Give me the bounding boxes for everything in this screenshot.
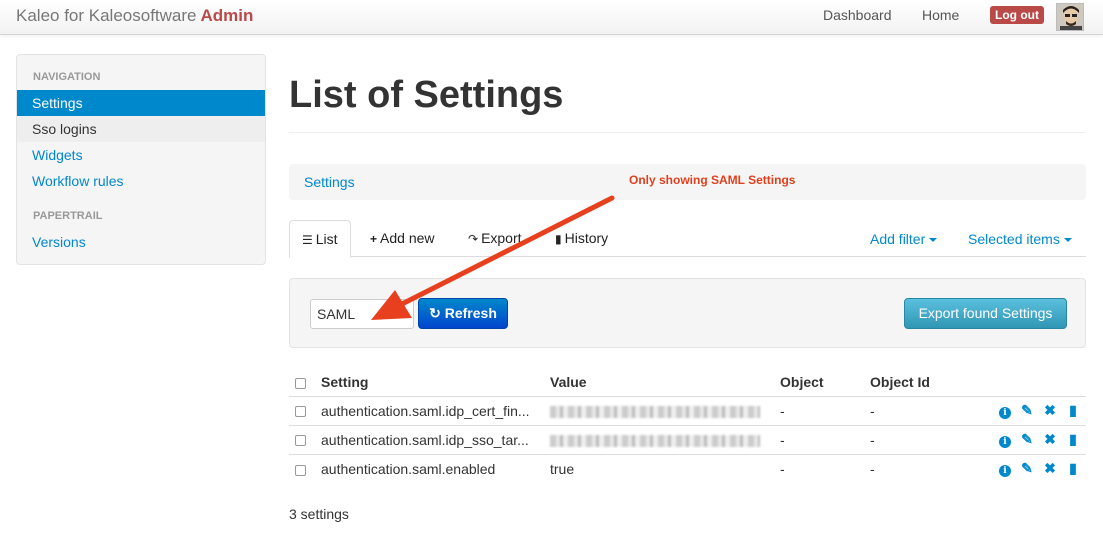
book-icon[interactable]: ▮: [1066, 431, 1080, 448]
row-actions: i ✎ ✖ ▮: [954, 395, 1086, 425]
title-divider: [289, 132, 1086, 133]
setting-cell[interactable]: authentication.saml.idp_sso_tar...: [315, 424, 544, 454]
tab-list-label: List: [315, 231, 338, 247]
select-all-cell: [289, 368, 315, 396]
tabs: ☰ List + Add new ↷ Export ▮ History Add filt…: [289, 220, 1086, 258]
top-navbar: Kaleo for Kaleosoftware Admin Dashboard H…: [0, 0, 1103, 35]
pencil-icon[interactable]: ✎: [1020, 460, 1034, 477]
refresh-button[interactable]: ↻ Refresh: [418, 298, 508, 329]
book-icon[interactable]: ▮: [1066, 402, 1080, 419]
tab-export-label: Export: [481, 230, 522, 246]
row-checkbox[interactable]: [295, 406, 306, 418]
tab-history[interactable]: ▮ History: [543, 220, 620, 257]
avatar[interactable]: [1056, 3, 1084, 31]
export-found-button[interactable]: Export found Settings: [904, 298, 1067, 329]
user-avatar-icon: [1057, 4, 1083, 30]
object-cell: -: [774, 453, 864, 483]
object-cell: -: [774, 424, 864, 454]
info-icon[interactable]: i: [999, 436, 1011, 448]
sidebar-header-navigation: NAVIGATION: [33, 71, 101, 83]
refresh-label: Refresh: [444, 305, 497, 321]
row-actions: i ✎ ✖ ▮: [954, 424, 1086, 454]
redacted-value: [550, 434, 760, 447]
column-object-id[interactable]: Object Id: [864, 368, 954, 396]
refresh-icon: ↻: [429, 305, 441, 321]
filter-well: ↻ Refresh Export found Settings: [289, 278, 1086, 348]
table-row: authentication.saml.enabled true - - i ✎ ✖…: [289, 453, 1086, 483]
pencil-icon[interactable]: ✎: [1020, 431, 1034, 448]
book-icon: ▮: [555, 232, 562, 246]
add-filter-dropdown[interactable]: Add filter: [870, 231, 938, 247]
column-object[interactable]: Object: [774, 368, 864, 396]
table-row: authentication.saml.idp_sso_tar... - - i…: [289, 424, 1086, 454]
redacted-value: [550, 405, 760, 418]
row-select-cell: [289, 424, 315, 454]
tab-add-new[interactable]: + Add new: [358, 220, 447, 257]
brand-admin[interactable]: Admin: [201, 6, 254, 25]
chevron-down-icon: [1063, 238, 1072, 243]
settings-table: Setting Value Object Object Id authentic…: [289, 368, 1086, 483]
remove-icon[interactable]: ✖: [1043, 431, 1057, 448]
sidebar-item-workflow-rules[interactable]: Workflow rules: [17, 168, 265, 194]
row-select-cell: [289, 453, 315, 483]
column-actions: [954, 368, 1086, 396]
value-cell: true: [544, 453, 774, 483]
object-cell: -: [774, 395, 864, 425]
row-checkbox[interactable]: [295, 435, 306, 447]
value-cell: [544, 424, 774, 454]
chevron-down-icon: [929, 238, 938, 243]
plus-icon: +: [370, 232, 378, 246]
page-title: List of Settings: [289, 74, 564, 116]
value-cell: [544, 395, 774, 425]
object-id-cell: -: [864, 424, 954, 454]
book-icon[interactable]: ▮: [1066, 460, 1080, 477]
sidebar-item-widgets[interactable]: Widgets: [17, 142, 265, 168]
share-icon: ↷: [468, 232, 479, 246]
tab-history-label: History: [564, 230, 609, 246]
setting-cell[interactable]: authentication.saml.idp_cert_fin...: [315, 395, 544, 425]
settings-count: 3 settings: [289, 506, 349, 522]
list-icon: ☰: [302, 233, 313, 247]
annotation-label: Only showing SAML Settings: [629, 173, 796, 187]
sidebar: NAVIGATION Settings Sso logins Widgets W…: [16, 54, 266, 265]
row-actions: i ✎ ✖ ▮: [954, 453, 1086, 483]
pencil-icon[interactable]: ✎: [1020, 402, 1034, 419]
tab-list[interactable]: ☰ List: [289, 220, 351, 258]
row-select-cell: [289, 395, 315, 425]
tab-add-new-label: Add new: [380, 230, 435, 246]
sidebar-item-sso-logins[interactable]: Sso logins: [17, 116, 265, 142]
search-input[interactable]: [310, 299, 414, 329]
info-icon[interactable]: i: [999, 407, 1011, 419]
table-header-row: Setting Value Object Object Id: [289, 368, 1086, 396]
info-icon[interactable]: i: [999, 465, 1011, 478]
brand-name[interactable]: Kaleo for Kaleosoftware: [16, 6, 197, 25]
sidebar-item-settings[interactable]: Settings: [17, 90, 265, 116]
object-id-cell: -: [864, 453, 954, 483]
selected-items-dropdown[interactable]: Selected items: [968, 231, 1072, 247]
setting-cell[interactable]: authentication.saml.enabled: [315, 453, 544, 483]
sidebar-item-versions[interactable]: Versions: [17, 229, 265, 255]
table-row: authentication.saml.idp_cert_fin... - - …: [289, 395, 1086, 425]
nav-dashboard-link[interactable]: Dashboard: [823, 7, 892, 23]
remove-icon[interactable]: ✖: [1043, 402, 1057, 419]
column-value[interactable]: Value: [544, 368, 774, 396]
remove-icon[interactable]: ✖: [1043, 460, 1057, 477]
sidebar-header-papertrail: PAPERTRAIL: [33, 210, 103, 222]
breadcrumb-settings[interactable]: Settings: [304, 174, 355, 190]
select-all-checkbox[interactable]: [295, 377, 306, 389]
tab-export[interactable]: ↷ Export: [456, 220, 534, 257]
brand[interactable]: Kaleo for Kaleosoftware Admin: [16, 6, 253, 26]
nav-home-link[interactable]: Home: [922, 7, 959, 23]
logout-button[interactable]: Log out: [990, 6, 1044, 24]
row-checkbox[interactable]: [295, 464, 306, 476]
add-filter-label: Add filter: [870, 231, 926, 247]
selected-items-label: Selected items: [968, 231, 1060, 247]
column-setting[interactable]: Setting: [315, 368, 544, 396]
object-id-cell: -: [864, 395, 954, 425]
